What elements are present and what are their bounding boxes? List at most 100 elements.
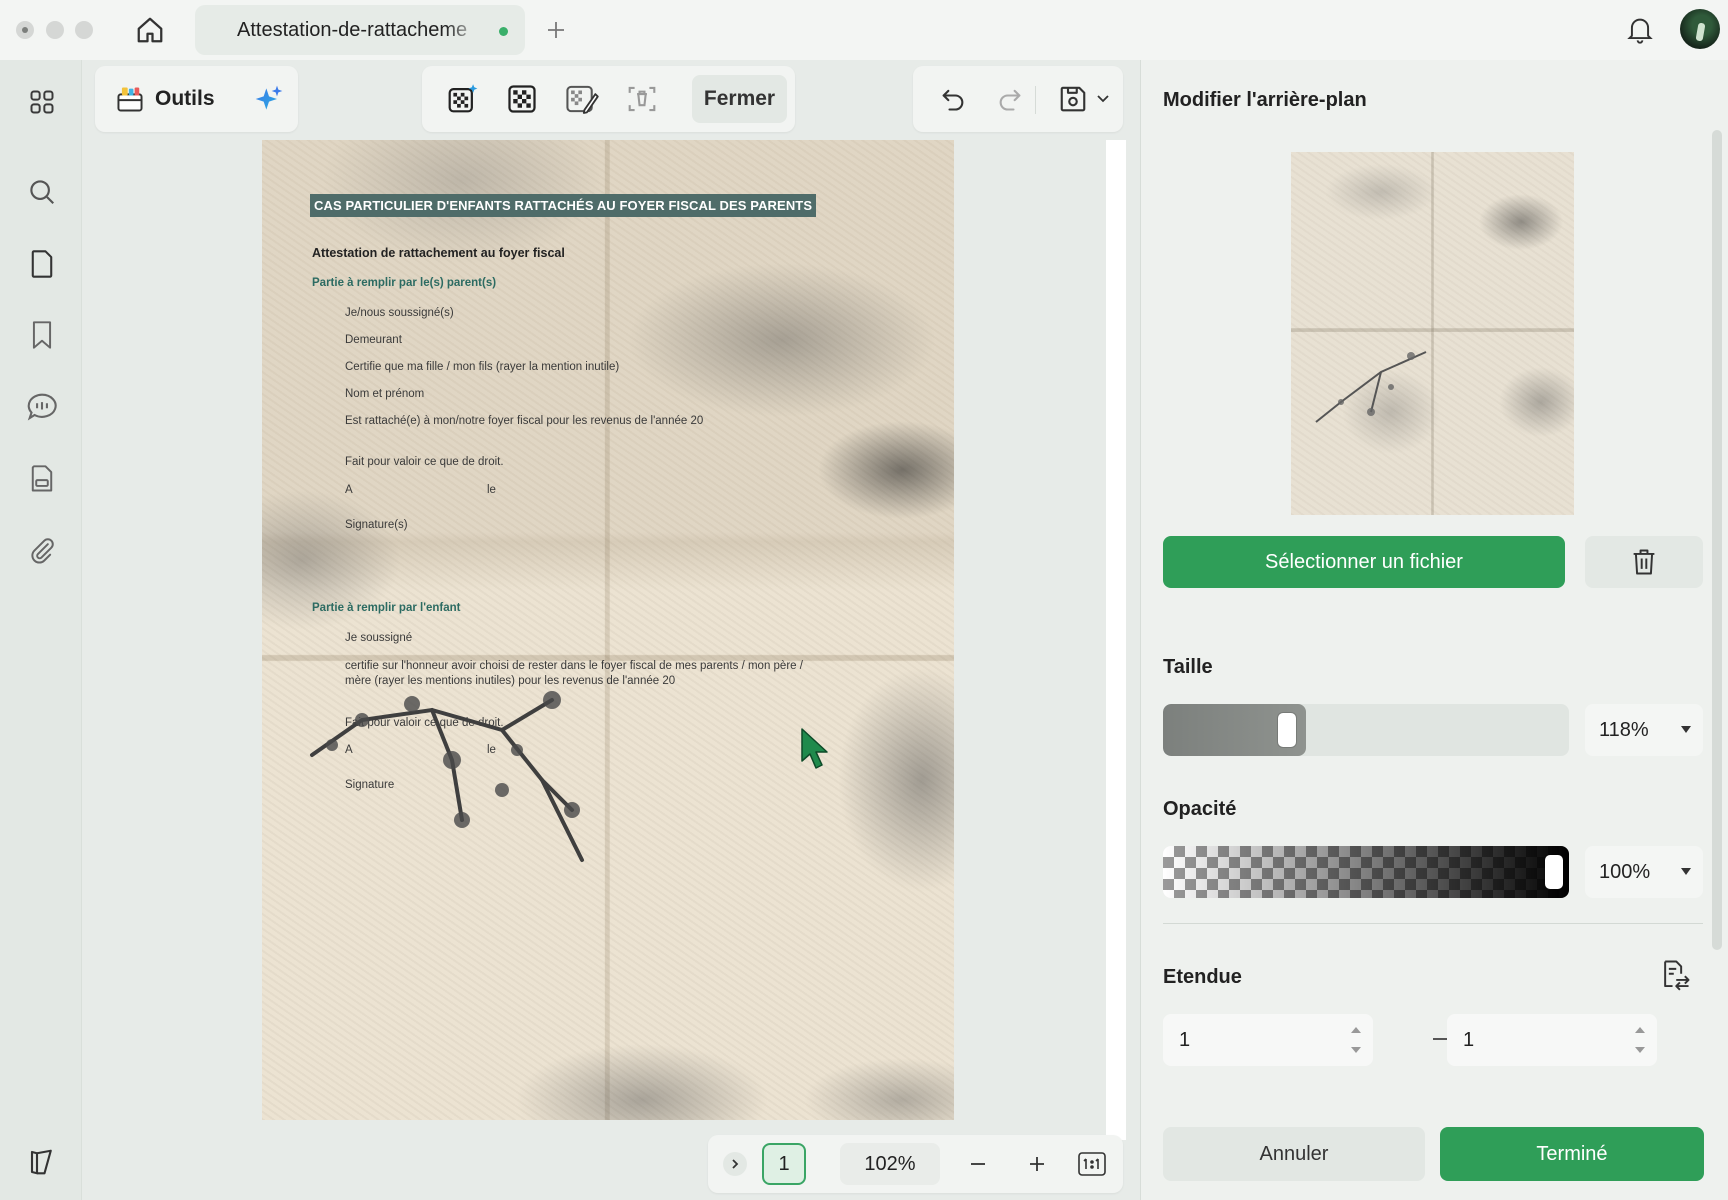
panel-scrollbar[interactable] [1712,130,1722,950]
undo-button[interactable] [929,75,977,123]
background-add-icon [448,84,478,113]
tools-menu-button[interactable] [115,84,145,114]
plus-icon [548,22,564,38]
opacity-value-select[interactable]: 100% [1585,846,1703,898]
opacity-slider-thumb[interactable] [1545,855,1563,889]
page-title: Attestation de rattachement au foyer fis… [312,246,565,260]
frame-delete-icon [628,86,656,112]
zoom-level[interactable]: 102% [840,1143,940,1185]
range-end-input[interactable]: 1 [1447,1014,1657,1066]
tab-title: Attestation-de-rattacheme [237,18,468,41]
sparkle-icon [255,85,282,110]
sidebar-apps-button[interactable] [20,80,64,124]
panel-title: Modifier l'arrière-plan [1163,89,1367,111]
book-open-icon [30,1149,52,1175]
zoom-in-button[interactable] [1020,1147,1054,1181]
mouse-pointer [800,727,832,771]
toolbox-icon [117,87,143,112]
sidebar-attachments-button[interactable] [20,528,64,572]
save-options-button[interactable] [1091,75,1115,123]
document-scroll-strip [1106,140,1126,1140]
document-tab[interactable]: Attestation-de-rattacheme [195,5,525,55]
window-zoom-button[interactable] [75,21,93,39]
background-edit-icon [566,85,599,114]
sidebar-comments-button[interactable] [20,385,64,429]
new-tab-button[interactable] [541,15,571,45]
document-page: CAS PARTICULIER D'ENFANTS RATTACHÉS AU F… [262,140,954,1120]
checker-icon [508,85,536,113]
preview-branch-decoration [1315,351,1427,423]
next-page-button[interactable] [723,1152,747,1176]
toolbar-divider [1035,86,1036,114]
background-tools-group: Fermer [422,66,795,132]
sidebar-settings-button[interactable] [20,1140,64,1184]
ai-assistant-button[interactable] [253,83,285,115]
redo-button[interactable] [986,75,1034,123]
page-range-options-button[interactable] [1659,959,1691,991]
form-icon [31,465,53,492]
add-background-button[interactable] [438,75,486,123]
range-end-stepper[interactable] [1635,1027,1645,1053]
remove-background-button[interactable] [618,75,666,123]
section-child-heading: Partie à remplir par l'enfant [312,602,461,614]
range-start-input[interactable]: 1 [1163,1014,1373,1066]
home-button[interactable] [130,10,170,50]
sidebar-pages-button[interactable] [20,242,64,286]
zoom-out-button[interactable] [961,1147,995,1181]
opacity-value: 100% [1599,860,1651,883]
doc-line: Signature(s) [345,519,408,531]
sidebar-search-button[interactable] [20,170,64,214]
size-slider[interactable] [1163,704,1569,756]
background-pattern-button[interactable] [498,75,546,123]
sidebar-bookmarks-button[interactable] [20,313,64,357]
opacity-slider[interactable] [1163,846,1569,898]
doc-line: Je/nous soussigné(s) [345,307,454,319]
doc-line: Fait pour valoir ce que de droit. [345,456,504,468]
size-slider-thumb[interactable] [1278,713,1296,747]
page-icon [31,250,53,278]
page-navigation-bar: 1 102% [708,1135,1123,1193]
panel-divider [1163,923,1703,924]
chevron-down-icon [1097,95,1109,103]
chevron-right-icon [732,1159,739,1169]
doc-line: Nom et prénom [345,388,425,400]
window-minimize-button[interactable] [46,21,64,39]
minus-icon [971,1163,985,1165]
select-file-button[interactable]: Sélectionner un fichier [1163,536,1565,588]
background-preview [1291,152,1574,515]
grid-icon [30,90,54,114]
sidebar-forms-button[interactable] [20,457,64,501]
doc-line: Je soussigné [345,632,413,644]
edit-background-button[interactable] [558,75,606,123]
user-avatar[interactable] [1680,9,1720,49]
notifications-button[interactable] [1622,12,1658,48]
trash-icon [1633,549,1655,575]
range-separator [1433,1038,1447,1040]
actual-size-button[interactable] [1075,1147,1109,1181]
save-icon [1060,86,1086,112]
range-start-stepper[interactable] [1351,1027,1361,1053]
home-icon [137,17,163,43]
close-background-mode-button[interactable]: Fermer [692,75,787,123]
size-value-select[interactable]: 118% [1585,704,1703,756]
cancel-button[interactable]: Annuler [1163,1127,1425,1181]
done-button[interactable]: Terminé [1440,1127,1704,1181]
paperclip-icon [31,538,54,564]
section-parents-heading: Partie à remplir par le(s) parent(s) [312,277,497,289]
page-number-input[interactable]: 1 [762,1143,806,1185]
cursor-arrow-icon [801,728,828,769]
page-header-band: CAS PARTICULIER D'ENFANTS RATTACHÉS AU F… [310,194,817,217]
size-label: Taille [1163,656,1213,678]
window-close-button[interactable] [16,21,34,39]
range-end-value: 1 [1463,1028,1475,1051]
doc-line: Certifie que ma fille / mon fils (rayer … [345,361,620,373]
bookmark-icon [32,321,52,349]
undo-icon [942,89,964,111]
page-range-icon [1664,960,1690,991]
doc-line: Est rattaché(e) à mon/notre foyer fiscal… [345,415,704,427]
search-icon [30,180,55,205]
save-button[interactable] [1049,75,1097,123]
range-start-value: 1 [1179,1028,1191,1051]
comment-icon [27,393,57,421]
delete-background-button[interactable] [1585,536,1703,588]
